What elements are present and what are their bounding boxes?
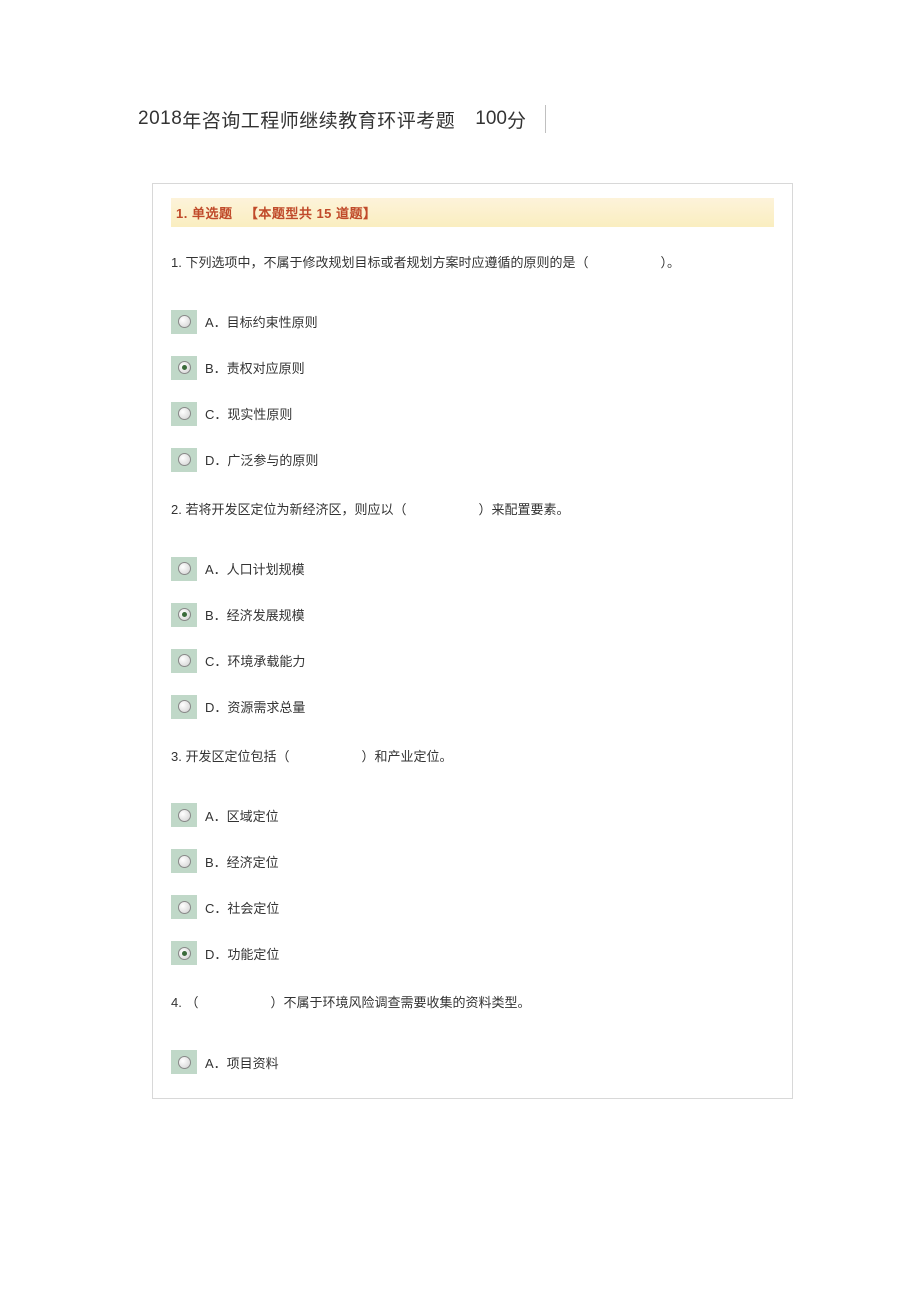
section-number: 1. (176, 206, 188, 221)
page-title-row: 2018 年咨询工程师继续教育环评考题 100 分 (138, 105, 920, 133)
question-body-after: ）和产业定位。 (361, 749, 452, 764)
radio-icon[interactable] (171, 941, 197, 965)
option-row[interactable]: A．项目资料 (171, 1050, 774, 1074)
option-label: C．社会定位 (205, 898, 279, 917)
option-label: B．经济发展规模 (205, 605, 305, 624)
question-body-before: 若将开发区定位为新经济区，则应以（ (185, 502, 406, 517)
question-body-after: ）。 (660, 255, 680, 270)
exam-container: 1. 单选题 【本题型共 15 道题】 1. 下列选项中，不属于修改规划目标或者… (152, 183, 793, 1099)
option-label: B．责权对应原则 (205, 358, 305, 377)
radio-icon[interactable] (171, 603, 197, 627)
title-divider (545, 105, 546, 133)
section-label: 单选题 (192, 206, 233, 221)
question-block: 3. 开发区定位包括（）和产业定位。 A．区域定位 B．经济定位 C．社会定位 … (171, 747, 774, 966)
option-label: D．功能定位 (205, 944, 279, 963)
radio-icon[interactable] (171, 356, 197, 380)
question-number: 1. (171, 255, 182, 270)
question-number: 2. (171, 502, 182, 517)
question-body-after: ）来配置要素。 (478, 502, 569, 517)
question-body-before: 开发区定位包括（ (185, 749, 289, 764)
option-label: A．区域定位 (205, 806, 279, 825)
title-score-number: 100 (475, 108, 507, 130)
radio-icon[interactable] (171, 849, 197, 873)
option-label: B．经济定位 (205, 852, 279, 871)
option-label: A．目标约束性原则 (205, 312, 318, 331)
question-number: 4. (171, 995, 182, 1010)
option-label: D．资源需求总量 (205, 697, 305, 716)
option-row[interactable]: C．现实性原则 (171, 402, 774, 426)
option-row[interactable]: D．广泛参与的原则 (171, 448, 774, 472)
radio-icon[interactable] (171, 402, 197, 426)
option-row[interactable]: C．环境承载能力 (171, 649, 774, 673)
question-body-before: 下列选项中，不属于修改规划目标或者规划方案时应遵循的原则的是（ (185, 255, 588, 270)
option-row[interactable]: B．经济发展规模 (171, 603, 774, 627)
option-row[interactable]: A．人口计划规模 (171, 557, 774, 581)
option-label: C．现实性原则 (205, 404, 292, 423)
title-score-suffix: 分 (507, 106, 527, 133)
option-row[interactable]: A．目标约束性原则 (171, 310, 774, 334)
title-year: 2018 (138, 108, 182, 130)
question-block: 4. （ ）不属于环境风险调查需要收集的资料类型。 A．项目资料 (171, 993, 774, 1074)
question-text: 3. 开发区定位包括（ ）和产业定位。 (171, 747, 774, 768)
option-row[interactable]: B．责权对应原则 (171, 356, 774, 380)
title-main: 年咨询工程师继续教育环评考题 (182, 106, 455, 133)
option-label: C．环境承载能力 (205, 651, 305, 670)
question-body-after: ）不属于环境风险调查需要收集的资料类型。 (270, 995, 530, 1010)
option-row[interactable]: B．经济定位 (171, 849, 774, 873)
radio-icon[interactable] (171, 649, 197, 673)
radio-icon[interactable] (171, 557, 197, 581)
question-text: 2. 若将开发区定位为新经济区，则应以（ ）来配置要素。 (171, 500, 774, 521)
question-text: 4. （ ）不属于环境风险调查需要收集的资料类型。 (171, 993, 774, 1014)
question-number: 3. (171, 749, 182, 764)
option-label: D．广泛参与的原则 (205, 450, 318, 469)
option-row[interactable]: C．社会定位 (171, 895, 774, 919)
document-page: 2018 年咨询工程师继续教育环评考题 100 分 1. 单选题 【本题型共 1… (0, 0, 920, 1099)
question-text: 1. 下列选项中，不属于修改规划目标或者规划方案时应遵循的原则的是（ ）。 (171, 253, 774, 274)
section-header: 1. 单选题 【本题型共 15 道题】 (171, 198, 774, 227)
option-row[interactable]: D．资源需求总量 (171, 695, 774, 719)
radio-icon[interactable] (171, 448, 197, 472)
option-row[interactable]: D．功能定位 (171, 941, 774, 965)
radio-icon[interactable] (171, 1050, 197, 1074)
option-label: A．项目资料 (205, 1053, 279, 1072)
radio-icon[interactable] (171, 695, 197, 719)
option-label: A．人口计划规模 (205, 559, 305, 578)
option-row[interactable]: A．区域定位 (171, 803, 774, 827)
radio-icon[interactable] (171, 803, 197, 827)
section-note: 【本题型共 15 道题】 (245, 206, 377, 221)
radio-icon[interactable] (171, 895, 197, 919)
question-block: 1. 下列选项中，不属于修改规划目标或者规划方案时应遵循的原则的是（ ）。 A．目… (171, 253, 774, 472)
question-body-before: （ (185, 995, 198, 1010)
radio-icon[interactable] (171, 310, 197, 334)
question-block: 2. 若将开发区定位为新经济区，则应以（ ）来配置要素。 A．人口计划规模 B．经… (171, 500, 774, 719)
